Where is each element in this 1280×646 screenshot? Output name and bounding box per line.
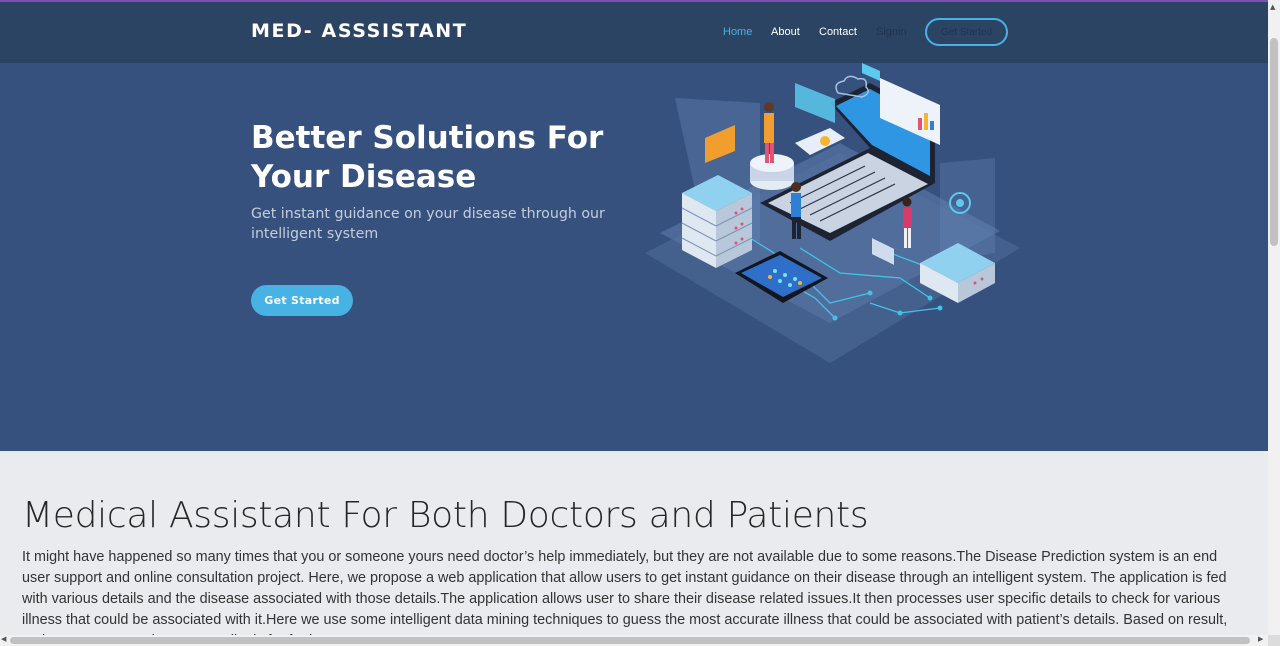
vertical-scrollbar-thumb[interactable] — [1270, 38, 1278, 246]
section-paragraph: It might have happened so many times tha… — [22, 549, 1228, 635]
about-section: Medical Assistant For Both Doctors and P… — [0, 451, 1268, 635]
horizontal-scrollbar[interactable]: ◀ ▶ — [0, 635, 1268, 646]
vertical-scrollbar[interactable]: ▲ ▼ — [1268, 0, 1280, 646]
horizontal-scrollbar-thumb[interactable] — [10, 637, 1250, 644]
hero-get-started-button[interactable]: Get Started — [251, 285, 353, 316]
section-title: Medical Assistant For Both Doctors and P… — [22, 495, 869, 536]
scrollbar-corner — [1268, 635, 1280, 646]
nav-get-started-button[interactable]: Get Started — [925, 18, 1008, 46]
hero-title: Better Solutions For Your Disease — [251, 120, 604, 195]
scroll-up-arrow-icon[interactable]: ▲ — [1270, 3, 1275, 11]
scroll-right-arrow-icon[interactable]: ▶ — [1258, 635, 1263, 643]
nav-link-about[interactable]: About — [771, 26, 800, 38]
nav-link-signin[interactable]: Signin — [876, 26, 907, 38]
navbar: MED- ASSSISTANT Home About Contact Signi… — [0, 2, 1268, 63]
brand-logo[interactable]: MED- ASSSISTANT — [251, 20, 467, 42]
hero-section: Better Solutions For Your Disease Get in… — [0, 63, 1268, 451]
nav-link-contact[interactable]: Contact — [819, 26, 857, 38]
hero-subtitle: Get instant guidance on your disease thr… — [251, 206, 605, 242]
nav-link-home[interactable]: Home — [723, 26, 752, 38]
scroll-left-arrow-icon[interactable]: ◀ — [1, 635, 6, 643]
hero-illustration — [645, 63, 1020, 363]
